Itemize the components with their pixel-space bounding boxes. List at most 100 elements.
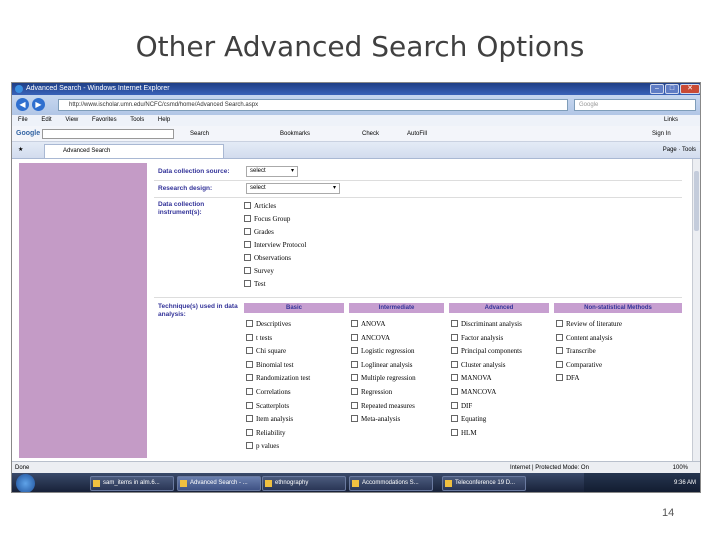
menu-help[interactable]: Help <box>158 117 170 123</box>
checkbox[interactable] <box>244 254 251 261</box>
checkbox[interactable] <box>351 374 358 382</box>
checkbox[interactable] <box>246 401 253 409</box>
instrument-option[interactable]: Focus Group <box>244 213 306 226</box>
instrument-option[interactable]: Test <box>244 278 306 291</box>
bookmarks-button[interactable]: Bookmarks <box>280 126 310 142</box>
technique-option[interactable]: Review of literature <box>556 318 622 332</box>
close-button[interactable]: ✕ <box>680 84 700 94</box>
checkbox[interactable] <box>244 267 251 274</box>
checkbox[interactable] <box>451 333 458 341</box>
checkbox[interactable] <box>451 401 458 409</box>
instrument-option[interactable]: Observations <box>244 252 306 265</box>
checkbox[interactable] <box>451 387 458 395</box>
sign-in-button[interactable]: Sign In <box>652 126 671 142</box>
technique-option[interactable]: Discriminant analysis <box>451 318 522 332</box>
checkbox[interactable] <box>556 360 563 368</box>
checkbox[interactable] <box>246 347 253 355</box>
minimize-button[interactable]: – <box>650 84 664 94</box>
checkbox[interactable] <box>451 374 458 382</box>
checkbox[interactable] <box>351 320 358 327</box>
vertical-scrollbar[interactable] <box>692 159 700 461</box>
favorites-star-icon[interactable]: ★ <box>18 142 23 159</box>
checkbox[interactable] <box>351 415 358 423</box>
technique-option[interactable]: Binomial test <box>246 359 310 373</box>
menu-favorites[interactable]: Favorites <box>92 117 117 123</box>
technique-option[interactable]: Comparative <box>556 359 622 373</box>
taskbar-item[interactable]: Teleconference 19 D... <box>442 476 526 491</box>
instrument-option[interactable]: Grades <box>244 226 306 239</box>
checkbox[interactable] <box>451 360 458 368</box>
forward-icon[interactable]: ▶ <box>32 98 45 111</box>
checkbox[interactable] <box>246 333 253 341</box>
technique-option[interactable]: Loglinear analysis <box>351 359 416 373</box>
checkbox[interactable] <box>451 347 458 355</box>
technique-option[interactable]: Content analysis <box>556 332 622 346</box>
technique-option[interactable]: Correlations <box>246 386 310 400</box>
technique-option[interactable]: HLM <box>451 427 522 441</box>
tab-advanced-search[interactable]: Advanced Search <box>44 144 224 158</box>
menu-edit[interactable]: Edit <box>41 117 51 123</box>
checkbox[interactable] <box>351 401 358 409</box>
technique-option[interactable]: Cluster analysis <box>451 359 522 373</box>
technique-option[interactable]: Reliability <box>246 427 310 441</box>
tools-menu[interactable]: Tools <box>682 147 696 153</box>
checkbox[interactable] <box>351 333 358 341</box>
start-button[interactable] <box>16 474 35 492</box>
checkbox[interactable] <box>246 415 253 423</box>
scrollbar-thumb[interactable] <box>694 171 699 231</box>
technique-option[interactable]: Meta-analysis <box>351 413 416 427</box>
technique-option[interactable]: p values <box>246 440 310 454</box>
checkbox[interactable] <box>351 347 358 355</box>
checkbox[interactable] <box>246 442 253 450</box>
technique-option[interactable]: MANOVA <box>451 372 522 386</box>
technique-option[interactable]: Chi square <box>246 345 310 359</box>
menu-file[interactable]: File <box>18 117 28 123</box>
checkbox[interactable] <box>246 428 253 436</box>
google-search-input[interactable] <box>42 129 174 139</box>
menu-view[interactable]: View <box>65 117 78 123</box>
checkbox[interactable] <box>244 202 251 209</box>
technique-option[interactable]: DFA <box>556 372 622 386</box>
taskbar-item[interactable]: ethnography <box>262 476 346 491</box>
checkbox[interactable] <box>246 374 253 382</box>
checkbox[interactable] <box>556 333 563 341</box>
checkbox[interactable] <box>351 360 358 368</box>
maximize-button[interactable]: □ <box>665 84 679 94</box>
url-field[interactable]: http://www.ischolar.umn.edu/NCFC/csmd/ho… <box>58 99 568 111</box>
checkbox[interactable] <box>246 360 253 368</box>
technique-option[interactable]: Factor analysis <box>451 332 522 346</box>
checkbox[interactable] <box>244 228 251 235</box>
taskbar-item[interactable]: Advanced Search - ... <box>177 476 261 491</box>
checkbox[interactable] <box>451 320 458 327</box>
technique-option[interactable]: Regression <box>351 386 416 400</box>
checkbox[interactable] <box>556 320 563 327</box>
instrument-option[interactable]: Survey <box>244 265 306 278</box>
instrument-option[interactable]: Interview Protocol <box>244 239 306 252</box>
taskbar-item[interactable]: Accommodations S... <box>349 476 433 491</box>
technique-option[interactable]: t tests <box>246 332 310 346</box>
technique-option[interactable]: Logistic regression <box>351 345 416 359</box>
technique-option[interactable]: Descriptives <box>246 318 310 332</box>
checkbox[interactable] <box>556 347 563 355</box>
menu-tools[interactable]: Tools <box>130 117 144 123</box>
taskbar-item[interactable]: sam_items in alm.6... <box>90 476 174 491</box>
data-collection-source-select[interactable]: select ▾ <box>246 166 298 177</box>
checkbox[interactable] <box>351 387 358 395</box>
checkbox[interactable] <box>451 415 458 423</box>
links-button[interactable]: Links <box>664 115 678 126</box>
technique-option[interactable]: Item analysis <box>246 413 310 427</box>
page-menu[interactable]: Page <box>663 147 677 153</box>
checkbox[interactable] <box>244 280 251 287</box>
back-icon[interactable]: ◀ <box>16 98 29 111</box>
checkbox[interactable] <box>246 387 253 395</box>
technique-option[interactable]: Randomization test <box>246 372 310 386</box>
technique-option[interactable]: Repeated measures <box>351 400 416 414</box>
autofill-button[interactable]: AutoFill <box>407 126 427 142</box>
checkbox[interactable] <box>244 241 251 248</box>
technique-option[interactable]: MANCOVA <box>451 386 522 400</box>
technique-option[interactable]: Scatterplots <box>246 400 310 414</box>
technique-option[interactable]: ANOVA <box>351 318 416 332</box>
research-design-select[interactable]: select ▾ <box>246 183 340 194</box>
technique-option[interactable]: Equating <box>451 413 522 427</box>
checkbox[interactable] <box>451 428 458 436</box>
